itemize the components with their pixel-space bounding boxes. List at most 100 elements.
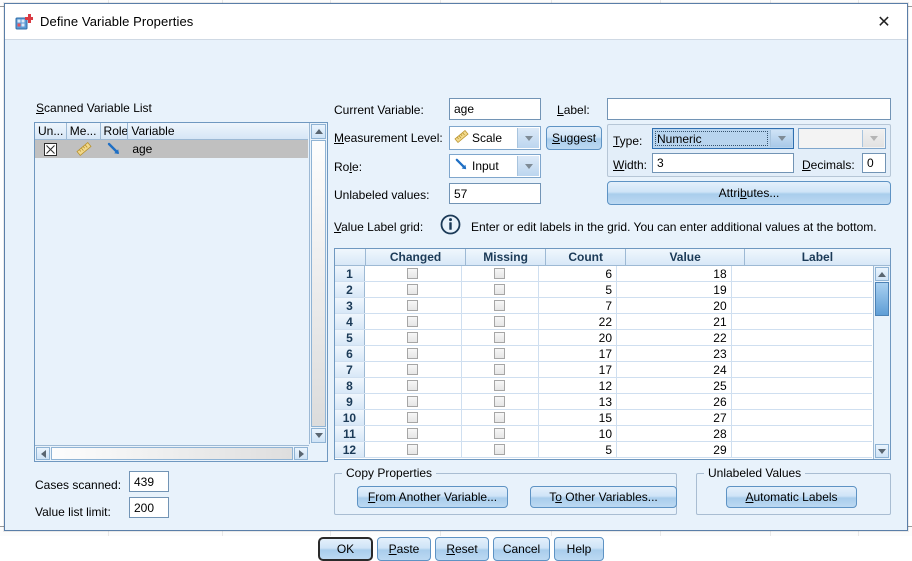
label-cell[interactable] bbox=[732, 266, 872, 281]
close-icon[interactable]: ✕ bbox=[861, 4, 907, 39]
changed-checkbox[interactable] bbox=[365, 362, 462, 377]
count-cell[interactable]: 7 bbox=[539, 298, 618, 313]
table-row[interactable]: 9 13 26 bbox=[335, 394, 872, 410]
checkbox-x-icon[interactable] bbox=[35, 140, 67, 158]
scanned-variable-list[interactable]: Un... Me... Role Variable age bbox=[34, 122, 328, 462]
count-cell[interactable]: 15 bbox=[539, 410, 618, 425]
count-cell[interactable]: 6 bbox=[539, 266, 618, 281]
table-row[interactable]: 3 7 20 bbox=[335, 298, 872, 314]
row-index[interactable]: 4 bbox=[335, 314, 365, 329]
table-row[interactable]: 11 10 28 bbox=[335, 426, 872, 442]
checkbox-icon[interactable] bbox=[407, 300, 419, 311]
changed-checkbox[interactable] bbox=[365, 266, 462, 281]
current-variable-field[interactable]: age bbox=[449, 98, 541, 120]
value-cell[interactable]: 18 bbox=[617, 266, 732, 281]
table-row[interactable]: 4 22 21 bbox=[335, 314, 872, 330]
table-row[interactable]: 7 17 24 bbox=[335, 362, 872, 378]
checkbox-icon[interactable] bbox=[494, 284, 506, 295]
checkbox-icon[interactable] bbox=[494, 300, 506, 311]
column-header-label[interactable]: Label bbox=[745, 249, 890, 265]
value-label-grid[interactable]: Changed Missing Count Value Label 1 6 18 2 5… bbox=[334, 248, 891, 460]
missing-checkbox[interactable] bbox=[462, 410, 539, 425]
scrollbar-thumb[interactable] bbox=[51, 447, 293, 460]
missing-checkbox[interactable] bbox=[462, 378, 539, 393]
changed-checkbox[interactable] bbox=[365, 346, 462, 361]
value-cell[interactable]: 23 bbox=[617, 346, 732, 361]
checkbox-icon[interactable] bbox=[494, 364, 506, 375]
chevron-down-icon[interactable] bbox=[517, 128, 539, 148]
missing-checkbox[interactable] bbox=[462, 330, 539, 345]
row-index[interactable]: 9 bbox=[335, 394, 365, 409]
cases-scanned-field[interactable]: 439 bbox=[129, 471, 169, 492]
value-cell[interactable]: 24 bbox=[617, 362, 732, 377]
variable-name[interactable]: age bbox=[128, 140, 308, 158]
changed-checkbox[interactable] bbox=[365, 426, 462, 441]
row-index[interactable]: 7 bbox=[335, 362, 365, 377]
column-header-count[interactable]: Count bbox=[546, 249, 627, 265]
table-row[interactable]: age bbox=[35, 140, 308, 158]
unlabeled-values-field[interactable]: 57 bbox=[449, 183, 541, 204]
label-cell[interactable] bbox=[732, 426, 872, 441]
row-index[interactable]: 11 bbox=[335, 426, 365, 441]
changed-checkbox[interactable] bbox=[365, 410, 462, 425]
paste-button[interactable]: Paste bbox=[377, 537, 431, 561]
missing-checkbox[interactable] bbox=[462, 298, 539, 313]
label-cell[interactable] bbox=[732, 442, 872, 457]
chevron-down-icon[interactable] bbox=[517, 156, 539, 176]
to-other-variables-button[interactable]: To Other Variables... bbox=[530, 486, 677, 508]
changed-checkbox[interactable] bbox=[365, 298, 462, 313]
from-another-variable-button[interactable]: From Another Variable... bbox=[357, 486, 508, 508]
checkbox-icon[interactable] bbox=[407, 268, 419, 279]
help-button[interactable]: Help bbox=[554, 537, 604, 561]
table-row[interactable]: 12 5 29 bbox=[335, 442, 872, 458]
scroll-left-icon[interactable] bbox=[36, 447, 50, 460]
value-cell[interactable]: 29 bbox=[617, 442, 732, 457]
width-field[interactable]: 3 bbox=[652, 153, 794, 173]
automatic-labels-button[interactable]: Automatic Labels bbox=[726, 486, 857, 508]
scroll-down-icon[interactable] bbox=[311, 428, 326, 443]
table-row[interactable]: 6 17 23 bbox=[335, 346, 872, 362]
checkbox-icon[interactable] bbox=[494, 380, 506, 391]
row-index[interactable]: 8 bbox=[335, 378, 365, 393]
changed-checkbox[interactable] bbox=[365, 330, 462, 345]
measurement-level-combo[interactable]: Scale bbox=[449, 126, 541, 150]
label-cell[interactable] bbox=[732, 282, 872, 297]
value-cell[interactable]: 22 bbox=[617, 330, 732, 345]
missing-checkbox[interactable] bbox=[462, 394, 539, 409]
checkbox-icon[interactable] bbox=[494, 412, 506, 423]
count-cell[interactable]: 13 bbox=[539, 394, 618, 409]
value-cell[interactable]: 21 bbox=[617, 314, 732, 329]
ok-button[interactable]: OK bbox=[318, 537, 373, 561]
label-cell[interactable] bbox=[732, 314, 872, 329]
changed-checkbox[interactable] bbox=[365, 282, 462, 297]
count-cell[interactable]: 20 bbox=[539, 330, 618, 345]
missing-checkbox[interactable] bbox=[462, 442, 539, 457]
label-cell[interactable] bbox=[732, 346, 872, 361]
count-cell[interactable]: 22 bbox=[539, 314, 618, 329]
table-row[interactable]: 2 5 19 bbox=[335, 282, 872, 298]
checkbox-icon[interactable] bbox=[494, 268, 506, 279]
value-cell[interactable]: 19 bbox=[617, 282, 732, 297]
row-index[interactable]: 5 bbox=[335, 330, 365, 345]
checkbox-icon[interactable] bbox=[494, 348, 506, 359]
changed-checkbox[interactable] bbox=[365, 378, 462, 393]
column-header-measure[interactable]: Me... bbox=[67, 123, 101, 139]
missing-checkbox[interactable] bbox=[462, 426, 539, 441]
missing-checkbox[interactable] bbox=[462, 314, 539, 329]
column-header-unlabeled[interactable]: Un... bbox=[35, 123, 67, 139]
scanned-list-horizontal-scrollbar[interactable] bbox=[35, 445, 309, 461]
scroll-up-icon[interactable] bbox=[875, 267, 889, 281]
missing-checkbox[interactable] bbox=[462, 266, 539, 281]
missing-checkbox[interactable] bbox=[462, 282, 539, 297]
missing-checkbox[interactable] bbox=[462, 346, 539, 361]
checkbox-icon[interactable] bbox=[494, 332, 506, 343]
type-combo[interactable]: Numeric bbox=[652, 128, 794, 149]
changed-checkbox[interactable] bbox=[365, 394, 462, 409]
column-header-value[interactable]: Value bbox=[626, 249, 745, 265]
count-cell[interactable]: 5 bbox=[539, 282, 618, 297]
count-cell[interactable]: 10 bbox=[539, 426, 618, 441]
checkbox-icon[interactable] bbox=[407, 396, 419, 407]
checkbox-icon[interactable] bbox=[407, 332, 419, 343]
row-index[interactable]: 12 bbox=[335, 442, 365, 457]
row-index[interactable]: 3 bbox=[335, 298, 365, 313]
